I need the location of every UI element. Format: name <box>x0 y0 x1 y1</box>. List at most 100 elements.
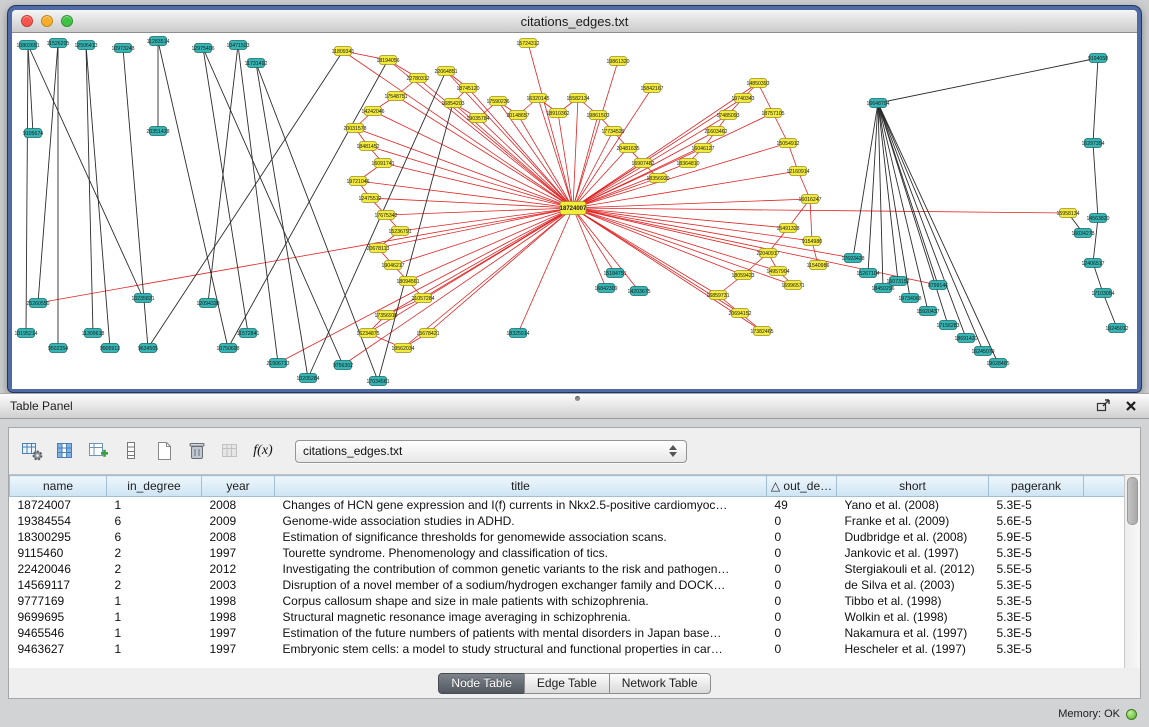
graph-edge[interactable] <box>203 48 343 365</box>
graph-edge[interactable] <box>573 83 758 208</box>
graph-edge[interactable] <box>403 208 573 348</box>
graph-edge[interactable] <box>878 58 1098 103</box>
graph-node[interactable]: 16297354 <box>1081 139 1104 148</box>
splitter-grip[interactable] <box>575 396 580 401</box>
graph-edge[interactable] <box>1093 58 1098 143</box>
graph-node[interactable]: 20148657 <box>506 111 529 120</box>
graph-node[interactable]: 9154980 <box>802 237 822 246</box>
graph-node[interactable]: 19562034 <box>391 344 414 353</box>
graph-node[interactable]: 14203675 <box>627 287 650 296</box>
table-row[interactable]: 1872400712008Changes of HCN gene express… <box>10 497 1126 514</box>
graph-node[interactable]: 16091741 <box>371 159 394 168</box>
graph-node[interactable]: 18094561 <box>396 277 419 286</box>
graph-node[interactable]: 21603462 <box>704 127 727 136</box>
graph-node[interactable]: 11283514 <box>147 37 170 46</box>
graph-node[interactable]: 22064851 <box>434 67 457 76</box>
graph-edge[interactable] <box>573 208 639 291</box>
graph-node-hub[interactable]: 18724007 <box>560 202 587 215</box>
graph-node[interactable]: 18910362 <box>546 109 569 118</box>
graph-edge[interactable] <box>343 51 573 208</box>
graph-edge[interactable] <box>148 51 343 348</box>
graph-edge[interactable] <box>868 103 878 273</box>
graph-node[interactable]: 18194056 <box>376 56 399 65</box>
graph-node[interactable]: 21906713 <box>266 359 289 368</box>
graph-node[interactable]: 17734529 <box>601 127 624 136</box>
graph-node[interactable]: 22780312 <box>406 74 429 83</box>
graph-node[interactable]: 11809341 <box>332 47 355 56</box>
graph-node[interactable]: 17034561 <box>366 377 389 386</box>
graph-node[interactable]: 11309618 <box>82 329 105 338</box>
graph-node[interactable]: 19861320 <box>606 57 629 66</box>
close-panel-icon[interactable] <box>1123 398 1139 414</box>
graph-node[interactable]: 20481635 <box>616 144 639 153</box>
table-selector-dropdown[interactable]: citations_edges.txt <box>295 440 687 463</box>
graph-node[interactable]: 25260550 <box>26 299 49 308</box>
graph-node[interactable]: 9634505 <box>138 344 158 353</box>
graph-node[interactable]: 16320145 <box>526 94 549 103</box>
show-columns-icon[interactable] <box>50 437 80 465</box>
function-builder-icon[interactable]: f(x) <box>248 437 278 465</box>
graph-node[interactable]: 10750698 <box>216 344 239 353</box>
graph-node[interactable]: 17103054 <box>1091 289 1114 298</box>
graph-edge[interactable] <box>123 48 148 348</box>
table-row[interactable]: 969969511998Structural magnetic resonanc… <box>10 609 1126 625</box>
graph-edge[interactable] <box>573 199 810 208</box>
graph-node[interactable]: 9105674 <box>23 129 43 138</box>
graph-node[interactable]: 9756302 <box>333 361 353 370</box>
tab-edge-table[interactable]: Edge Table <box>524 673 610 694</box>
graph-node[interactable]: 19721046 <box>346 177 369 186</box>
column-header-6[interactable]: pagerank <box>989 476 1084 497</box>
graph-node[interactable]: 9502354 <box>48 344 68 353</box>
graph-node[interactable]: 15236791 <box>388 227 411 236</box>
graph-node[interactable]: 10973248 <box>111 44 134 53</box>
graph-node[interactable]: 16648794 <box>866 99 889 108</box>
graph-node[interactable]: 18691420 <box>954 334 977 343</box>
graph-node[interactable]: 15267104 <box>856 269 879 278</box>
graph-node[interactable]: 16996571 <box>781 281 804 290</box>
graph-edge[interactable] <box>208 45 238 303</box>
graph-node[interactable]: 18745120 <box>456 84 479 93</box>
graph-node[interactable]: 15491328 <box>776 224 799 233</box>
graph-edge[interactable] <box>573 163 688 208</box>
graph-node[interactable]: 14242046 <box>361 107 384 116</box>
float-panel-icon[interactable] <box>1095 398 1111 414</box>
graph-node[interactable]: 16046127 <box>691 144 714 153</box>
graph-edge[interactable] <box>1103 293 1117 328</box>
graph-node[interactable]: 19035784 <box>466 114 489 123</box>
scrollbar-thumb[interactable] <box>1127 477 1138 525</box>
zoom-window-icon[interactable] <box>61 15 73 27</box>
graph-edge[interactable] <box>38 208 573 303</box>
table-row[interactable]: 911546021997Tourette syndrome. Phenomeno… <box>10 545 1126 561</box>
table-row[interactable]: 1830029562008Estimation of significance … <box>10 529 1126 545</box>
graph-node[interactable]: 17156283 <box>936 321 959 330</box>
tab-node-table[interactable]: Node Table <box>438 673 525 694</box>
graph-node[interactable]: 16859731 <box>706 291 729 300</box>
graph-node[interactable]: 16907482 <box>631 159 654 168</box>
graph-node[interactable]: 11731492 <box>245 59 268 68</box>
graph-node[interactable]: 9905913 <box>100 344 120 353</box>
graph-node[interactable]: 10802651 <box>16 41 39 50</box>
graph-node[interactable]: 16245079 <box>971 347 994 356</box>
graph-node[interactable]: 10471503 <box>226 41 249 50</box>
graph-edge[interactable] <box>878 103 938 285</box>
graph-node[interactable]: 16073152 <box>886 277 909 286</box>
graph-node[interactable]: 16034278 <box>1071 229 1094 238</box>
graph-node[interactable]: 10205284 <box>296 374 319 383</box>
graph-node[interactable]: 16854203 <box>441 99 464 108</box>
graph-edge[interactable] <box>1093 218 1098 263</box>
graph-edge[interactable] <box>573 208 812 241</box>
graph-node[interactable]: 17693428 <box>841 254 864 263</box>
graph-edge[interactable] <box>573 143 788 208</box>
graph-node[interactable]: 18757105 <box>761 109 784 118</box>
graph-edge[interactable] <box>370 198 573 208</box>
graph-edge[interactable] <box>393 208 573 265</box>
graph-edge[interactable] <box>573 208 938 285</box>
add-column-icon[interactable] <box>83 437 113 465</box>
graph-node[interactable]: 10195214 <box>14 329 37 338</box>
graph-node[interactable]: 18356920 <box>646 174 669 183</box>
graph-node[interactable]: 8799146 <box>928 281 948 290</box>
graph-node[interactable]: 14850393 <box>746 79 769 88</box>
window-titlebar[interactable]: citations_edges.txt <box>12 10 1137 33</box>
graph-node[interactable]: 19861503 <box>586 111 609 120</box>
graph-node[interactable]: 15678421 <box>416 329 439 338</box>
